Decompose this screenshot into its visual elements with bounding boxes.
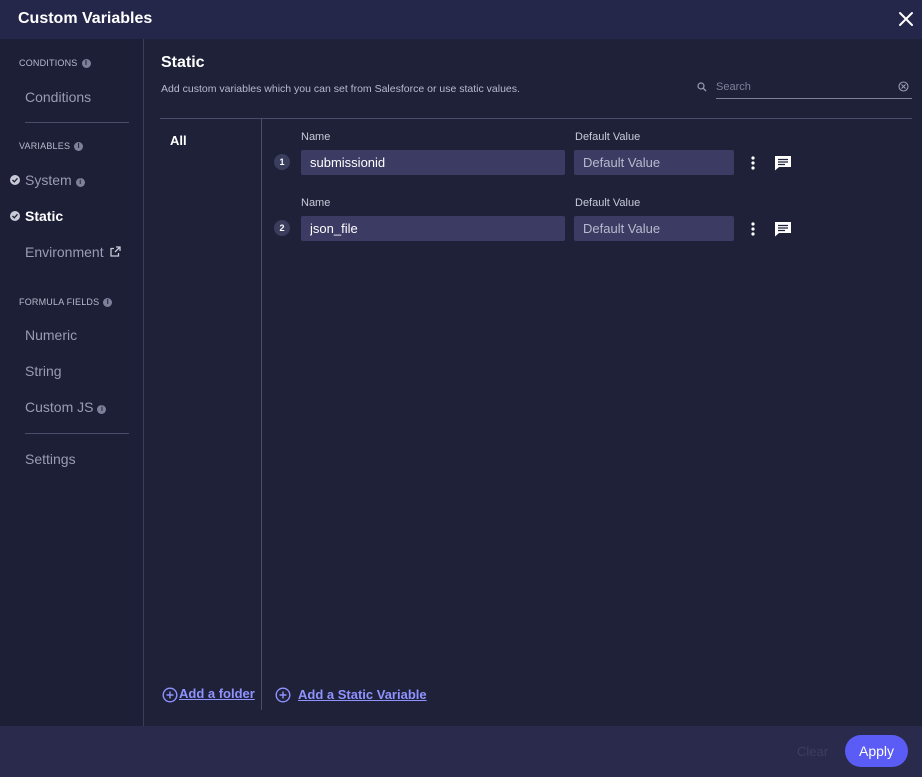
section-conditions: CONDITIONS i (19, 58, 91, 68)
section-variables-label: VARIABLES (19, 141, 71, 151)
more-options-icon[interactable] (750, 155, 756, 171)
footer: Clear Apply (0, 726, 922, 777)
sidebar-item-environment[interactable]: Environment (25, 244, 122, 260)
folder-all[interactable]: All (170, 133, 187, 148)
main-panel: Static Add custom variables which you ca… (145, 39, 922, 726)
title-bar: Custom Variables (0, 0, 922, 39)
variable-index: 2 (274, 220, 290, 236)
name-label: Name (301, 197, 331, 209)
default-value-label: Default Value (575, 131, 641, 143)
default-value-label: Default Value (575, 197, 641, 209)
clear-search-icon[interactable] (898, 81, 909, 92)
sidebar-item-system-label: System (25, 172, 72, 188)
add-folder-link[interactable]: Add a folder (179, 686, 255, 701)
sidebar-item-settings[interactable]: Settings (25, 451, 76, 467)
section-formula-label: FORMULA FIELDS (19, 297, 100, 307)
sidebar-item-static[interactable]: Static (25, 208, 63, 224)
sidebar-item-string[interactable]: String (25, 363, 62, 379)
info-icon[interactable]: i (74, 142, 84, 151)
sidebar-item-conditions[interactable]: Conditions (25, 89, 91, 105)
add-circle-icon[interactable] (162, 687, 178, 703)
apply-button[interactable]: Apply (845, 735, 908, 767)
info-icon[interactable]: i (97, 405, 107, 414)
header-divider (160, 118, 912, 119)
variable-name-input[interactable] (301, 150, 565, 175)
variable-name-input[interactable] (301, 216, 565, 241)
sidebar-item-custom-js[interactable]: Custom JS i (25, 399, 107, 415)
default-value-input[interactable] (574, 216, 734, 241)
search-input[interactable] (716, 79, 890, 95)
default-value-input[interactable] (574, 150, 734, 175)
sidebar-item-custom-js-label: Custom JS (25, 399, 94, 415)
more-options-icon[interactable] (750, 221, 756, 237)
info-icon[interactable]: i (103, 298, 113, 307)
sidebar-item-environment-label: Environment (25, 244, 104, 260)
check-circle-icon (10, 211, 20, 221)
window-title: Custom Variables (18, 10, 153, 27)
search-box (697, 77, 912, 99)
variable-index: 1 (274, 154, 290, 170)
section-variables: VARIABLES i (19, 141, 84, 151)
comment-icon[interactable] (774, 155, 792, 171)
section-conditions-label: CONDITIONS (19, 58, 78, 68)
sidebar: CONDITIONS i Conditions VARIABLES i System… (0, 39, 144, 726)
name-label: Name (301, 131, 331, 143)
clear-button[interactable]: Clear (797, 744, 828, 759)
divider (25, 433, 129, 434)
divider (25, 122, 129, 123)
info-icon[interactable]: i (81, 59, 91, 68)
check-circle-icon (10, 175, 20, 185)
page-description: Add custom variables which you can set f… (161, 83, 520, 95)
page-title: Static (161, 54, 205, 71)
search-icon (697, 82, 707, 92)
external-link-icon (110, 246, 122, 257)
sidebar-item-numeric[interactable]: Numeric (25, 327, 77, 343)
custom-variables-modal: Custom Variables CONDITIONS i Conditions … (0, 0, 922, 777)
add-static-variable-link[interactable]: Add a Static Variable (298, 687, 427, 702)
folder-list: All (160, 119, 262, 710)
sidebar-item-system[interactable]: System i (25, 172, 85, 188)
comment-icon[interactable] (774, 221, 792, 237)
info-icon[interactable]: i (75, 178, 85, 187)
section-formula-fields: FORMULA FIELDS i (19, 297, 113, 307)
add-circle-icon[interactable] (275, 687, 291, 703)
close-icon[interactable] (896, 9, 916, 29)
